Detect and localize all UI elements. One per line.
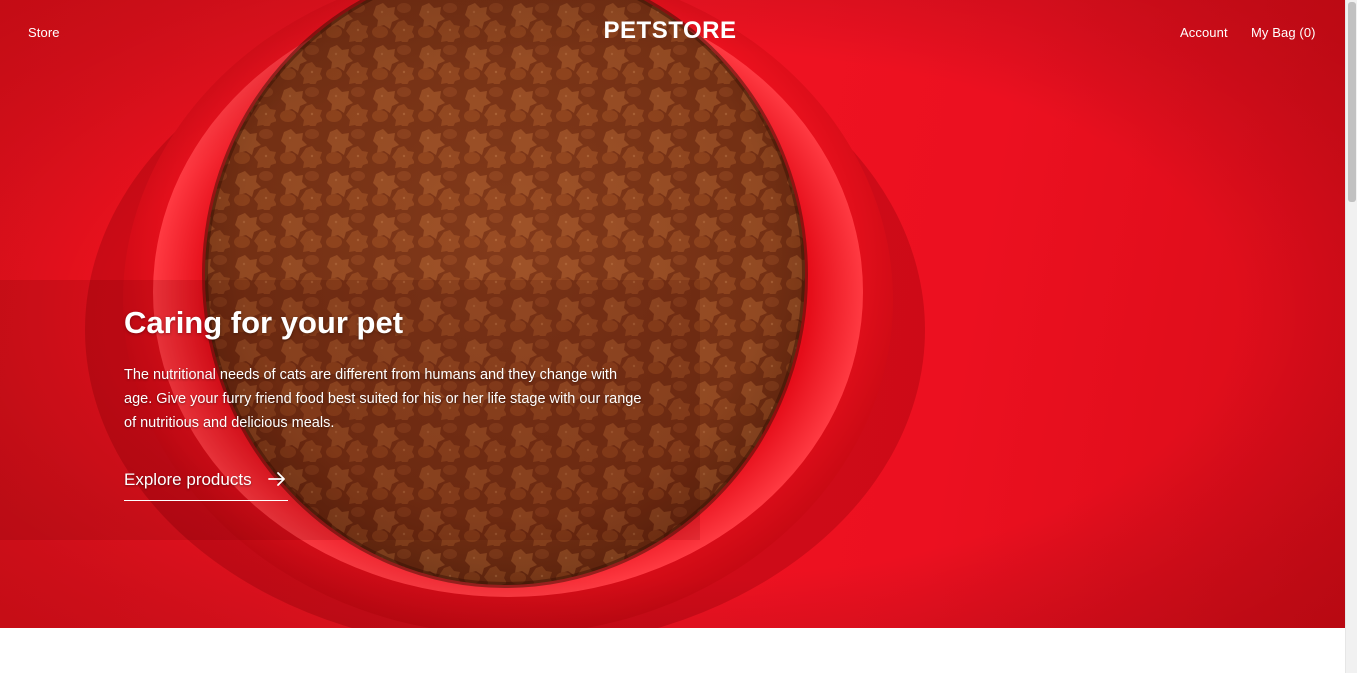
site-header: Store PETSTORE Account My Bag (0) bbox=[0, 0, 1345, 64]
page-content-below-hero bbox=[0, 628, 1345, 673]
arrow-right-icon bbox=[268, 471, 286, 492]
explore-products-button[interactable]: Explore products bbox=[124, 466, 288, 501]
hero-title: Caring for your pet bbox=[124, 305, 404, 340]
page: Store PETSTORE Account My Bag (0) Caring… bbox=[0, 0, 1357, 673]
brand-logo[interactable]: PETSTORE bbox=[0, 17, 1340, 45]
hero-banner: Store PETSTORE Account My Bag (0) Caring… bbox=[0, 0, 1345, 628]
nav-link-my-bag[interactable]: My Bag (0) bbox=[1251, 25, 1316, 40]
vertical-scrollbar[interactable] bbox=[1345, 0, 1357, 673]
scrollbar-thumb[interactable] bbox=[1348, 2, 1356, 202]
hero-content: Caring for your pet The nutritional need… bbox=[124, 303, 664, 501]
hero-description: The nutritional needs of cats are differ… bbox=[124, 367, 642, 431]
explore-products-label: Explore products bbox=[124, 470, 252, 489]
nav-link-account[interactable]: Account bbox=[1180, 25, 1228, 40]
